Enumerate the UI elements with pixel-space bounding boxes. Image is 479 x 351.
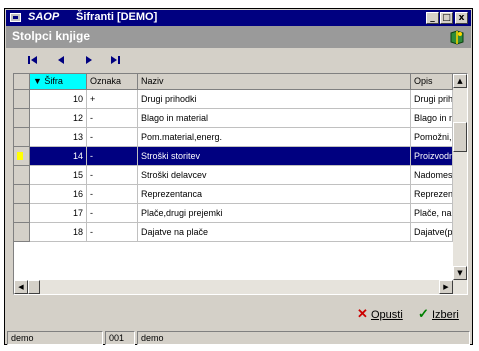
last-record-icon[interactable] <box>106 52 124 68</box>
status-company-code: 001 <box>105 331 135 345</box>
grid-corner <box>14 74 30 90</box>
next-record-icon[interactable] <box>80 52 98 68</box>
cell-opis[interactable]: Pomožni,p <box>411 128 453 147</box>
table-row[interactable]: 10 + Drugi prihodki Drugi prih <box>14 90 453 109</box>
cell-sifra[interactable]: 13 <box>30 128 87 147</box>
cell-oznaka[interactable]: - <box>87 147 138 166</box>
window-title: Šifranti [DEMO] <box>76 11 158 23</box>
cell-opis[interactable]: Nadomes <box>411 166 453 185</box>
status-user: demo <box>7 331 103 345</box>
cell-oznaka[interactable]: + <box>87 90 138 109</box>
vertical-scrollbar[interactable]: ▲ ▼ <box>453 74 467 280</box>
table-row[interactable]: 15- Stroški delavcev Nadomes <box>14 166 453 185</box>
row-indicator[interactable] <box>14 147 30 166</box>
row-indicator[interactable] <box>14 90 30 109</box>
cell-naziv[interactable]: Drugi prihodki <box>138 90 411 109</box>
cell-sifra[interactable]: 14 <box>30 147 87 166</box>
cell-sifra[interactable]: 15 <box>30 166 87 185</box>
cell-naziv[interactable]: Pom.material,energ. <box>138 128 411 147</box>
cell-opis[interactable]: Proizvodn <box>411 147 453 166</box>
table-row[interactable]: 13- Pom.material,energ. Pomožni,p <box>14 128 453 147</box>
cell-oznaka[interactable]: - <box>87 204 138 223</box>
cell-naziv[interactable]: Dajatve na plače <box>138 223 411 242</box>
table-row[interactable]: 17- Plače,drugi prejemki Plače, na <box>14 204 453 223</box>
minimize-button[interactable]: _ <box>426 12 439 24</box>
close-button[interactable]: x <box>455 12 468 24</box>
cell-naziv[interactable]: Plače,drugi prejemki <box>138 204 411 223</box>
form-header: Stolpci knjige <box>6 26 471 48</box>
previous-record-icon[interactable] <box>52 52 70 68</box>
select-label: Izberi <box>431 309 459 321</box>
title-bar[interactable]: SAOP Šifranti [DEMO] _ □ x <box>6 10 471 26</box>
cell-oznaka[interactable]: - <box>87 166 138 185</box>
checkmark-icon: ✓ <box>418 306 429 321</box>
scroll-left-button[interactable]: ◀ <box>14 280 28 294</box>
cell-oznaka[interactable]: - <box>87 185 138 204</box>
horizontal-scrollbar[interactable]: ◀ ▶ <box>14 280 467 294</box>
column-header-oznaka[interactable]: Oznaka <box>87 74 138 90</box>
row-indicator[interactable] <box>14 185 30 204</box>
table-row[interactable]: 12- Blago in material Blago in n <box>14 109 453 128</box>
current-row-marker-icon <box>17 152 23 160</box>
scroll-up-button[interactable]: ▲ <box>453 74 467 88</box>
app-window: SAOP Šifranti [DEMO] _ □ x Stolpci knjig… <box>4 8 473 345</box>
table-row[interactable]: 14- Stroški storitev Proizvodn <box>14 147 453 166</box>
scroll-down-button[interactable]: ▼ <box>453 266 467 280</box>
cell-opis[interactable]: Dajatve(p <box>411 223 453 242</box>
page-title: Stolpci knjige <box>12 29 91 43</box>
cancel-button[interactable]: ✕ Opusti <box>357 303 403 325</box>
window-title-brand: SAOP <box>28 11 60 23</box>
first-record-icon[interactable] <box>24 52 42 68</box>
cancel-label: Opusti <box>370 309 403 321</box>
horizontal-scroll-thumb[interactable] <box>28 280 40 294</box>
cell-opis[interactable]: Blago in n <box>411 109 453 128</box>
table-row[interactable]: 18- Dajatve na plače Dajatve(p <box>14 223 453 242</box>
cell-oznaka[interactable]: - <box>87 109 138 128</box>
cell-opis[interactable]: Reprezen <box>411 185 453 204</box>
maximize-button[interactable]: □ <box>440 12 453 24</box>
column-header-opis[interactable]: Opis <box>411 74 453 90</box>
column-header-sifra[interactable]: ▼ Šifra <box>30 74 87 90</box>
row-indicator[interactable] <box>14 128 30 147</box>
row-indicator[interactable] <box>14 204 30 223</box>
cell-sifra[interactable]: 17 <box>30 204 87 223</box>
cell-sifra[interactable]: 10 <box>30 90 87 109</box>
cell-naziv[interactable]: Reprezentanca <box>138 185 411 204</box>
row-indicator[interactable] <box>14 223 30 242</box>
cell-oznaka[interactable]: - <box>87 223 138 242</box>
row-indicator[interactable] <box>14 109 30 128</box>
cancel-x-icon: ✕ <box>357 306 368 321</box>
cell-opis[interactable]: Drugi prih <box>411 90 453 109</box>
data-grid[interactable]: ▼ Šifra Oznaka Naziv Opis 10 + Drugi priho… <box>13 73 468 295</box>
cell-naziv[interactable]: Stroški storitev <box>138 147 411 166</box>
select-button[interactable]: ✓ Izberi <box>418 303 459 325</box>
record-navigator <box>6 49 471 71</box>
cell-sifra[interactable]: 16 <box>30 185 87 204</box>
cell-naziv[interactable]: Stroški delavcev <box>138 166 411 185</box>
table-row[interactable]: 16- Reprezentanca Reprezen <box>14 185 453 204</box>
cell-sifra[interactable]: 18 <box>30 223 87 242</box>
cell-opis[interactable]: Plače, na <box>411 204 453 223</box>
cell-naziv[interactable]: Blago in material <box>138 109 411 128</box>
help-book-icon[interactable] <box>449 29 465 45</box>
row-indicator[interactable] <box>14 166 30 185</box>
status-company-name: demo <box>137 331 470 345</box>
scroll-right-button[interactable]: ▶ <box>439 280 453 294</box>
app-icon <box>10 13 21 22</box>
cell-sifra[interactable]: 12 <box>30 109 87 128</box>
vertical-scroll-thumb[interactable] <box>453 122 467 152</box>
cell-oznaka[interactable]: - <box>87 128 138 147</box>
column-header-naziv[interactable]: Naziv <box>138 74 411 90</box>
